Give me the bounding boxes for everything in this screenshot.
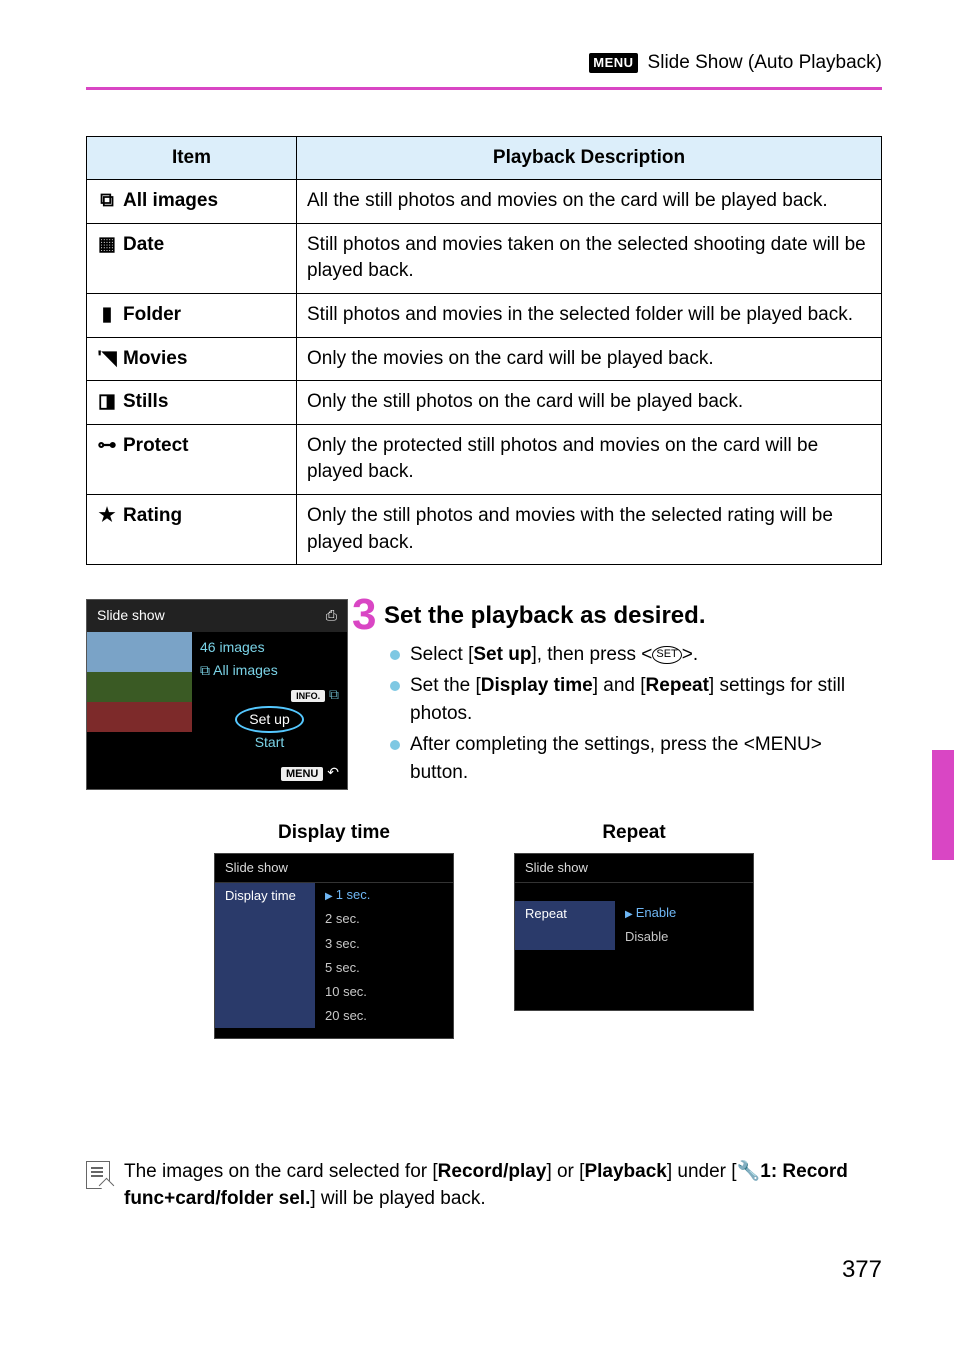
display-time-label: Display time: [214, 820, 454, 847]
screen-title: Slide show: [515, 854, 753, 883]
desc-cell: Still photos and movies in the selected …: [297, 293, 882, 337]
table-row: ▮FolderStill photos and movies in the se…: [87, 293, 882, 337]
display-time-option[interactable]: 3 sec.: [315, 932, 453, 956]
header-title: Slide Show (Auto Playback): [648, 50, 882, 77]
row-icon: ★: [97, 503, 117, 530]
display-time-option[interactable]: 2 sec.: [315, 907, 453, 931]
desc-cell: All the still photos and movies on the c…: [297, 180, 882, 224]
repeat-option[interactable]: Enable: [615, 901, 753, 925]
item-cell: '◥Movies: [87, 337, 297, 381]
info-badge: INFO.: [291, 690, 325, 702]
display-time-option[interactable]: 10 sec.: [315, 980, 453, 1004]
wrench-icon: 🔧: [737, 1161, 761, 1182]
table-row: ◨StillsOnly the still photos on the card…: [87, 381, 882, 425]
row-icon: '◥: [97, 346, 117, 373]
row-label: Repeat: [515, 901, 615, 949]
th-item: Item: [87, 136, 297, 180]
menu-badge-icon: MENU: [589, 53, 637, 73]
item-cell: ★Rating: [87, 494, 297, 564]
set-icon: SET: [652, 646, 681, 664]
desc-cell: Only the still photos and movies with th…: [297, 494, 882, 564]
desc-cell: Only the protected still photos and movi…: [297, 424, 882, 494]
item-cell: ⊶Protect: [87, 424, 297, 494]
thumbnail-image: [87, 632, 192, 732]
display-time-screen: Slide show Display time 1 sec.2 sec.3 se…: [214, 853, 454, 1039]
display-time-option[interactable]: 1 sec.: [315, 883, 453, 907]
section-tab-icon: [932, 750, 954, 860]
row-icon: ⧉: [97, 188, 117, 215]
image-count: 46 images: [200, 636, 339, 660]
menu-pill: MENU: [281, 767, 323, 781]
item-cell: ⧉All images: [87, 180, 297, 224]
note-icon: [86, 1161, 110, 1189]
repeat-screen: Slide show Repeat EnableDisable: [514, 853, 754, 1011]
row-icon: ⊶: [97, 433, 117, 460]
cam-title: Slide show: [97, 606, 165, 626]
desc-cell: Only the still photos on the card will b…: [297, 381, 882, 425]
playback-table: Item Playback Description ⧉All imagesAll…: [86, 136, 882, 566]
table-row: ▦DateStill photos and movies taken on th…: [87, 223, 882, 293]
mode-row: ⧉ All images: [200, 659, 339, 683]
desc-cell: Still photos and movies taken on the sel…: [297, 223, 882, 293]
item-cell: ◨Stills: [87, 381, 297, 425]
step-title: Set the playback as desired.: [384, 599, 882, 633]
page-header: MENU Slide Show (Auto Playback): [86, 50, 882, 77]
bullet-1: Select [Set up], then press <SET>.: [384, 641, 882, 669]
display-time-option[interactable]: 5 sec.: [315, 956, 453, 980]
note-box: The images on the card selected for [Rec…: [86, 1159, 882, 1212]
desc-cell: Only the movies on the card will be play…: [297, 337, 882, 381]
table-row: ★RatingOnly the still photos and movies …: [87, 494, 882, 564]
item-cell: ▦Date: [87, 223, 297, 293]
divider: [86, 87, 882, 90]
row-label: Display time: [215, 883, 315, 1028]
bullet-2: Set the [Display time] and [Repeat] sett…: [384, 672, 882, 727]
step-number: 3: [352, 593, 376, 637]
page-number: 377: [86, 1253, 882, 1287]
table-row: '◥MoviesOnly the movies on the card will…: [87, 337, 882, 381]
table-row: ⊶ProtectOnly the protected still photos …: [87, 424, 882, 494]
screen-title: Slide show: [215, 854, 453, 883]
repeat-label: Repeat: [514, 820, 754, 847]
row-icon: ▦: [97, 232, 117, 259]
camera-screen-main: Slide show ⎙ 46 images ⧉ All images INFO…: [86, 599, 348, 790]
table-row: ⧉All imagesAll the still photos and movi…: [87, 180, 882, 224]
item-cell: ▮Folder: [87, 293, 297, 337]
row-icon: ▮: [97, 302, 117, 329]
th-desc: Playback Description: [297, 136, 882, 180]
back-arrow-icon: ↶: [327, 764, 339, 780]
row-icon: ◨: [97, 389, 117, 416]
repeat-option[interactable]: Disable: [615, 925, 753, 949]
stack-icon: ⧉: [200, 662, 210, 678]
setup-menu-item[interactable]: Set up: [200, 707, 339, 732]
start-menu-item[interactable]: Start: [200, 731, 339, 755]
card-icon: ⎙: [326, 606, 337, 626]
help-icon: ⧉: [329, 686, 339, 702]
display-time-option[interactable]: 20 sec.: [315, 1004, 453, 1028]
bullet-3: After completing the settings, press the…: [384, 731, 882, 786]
